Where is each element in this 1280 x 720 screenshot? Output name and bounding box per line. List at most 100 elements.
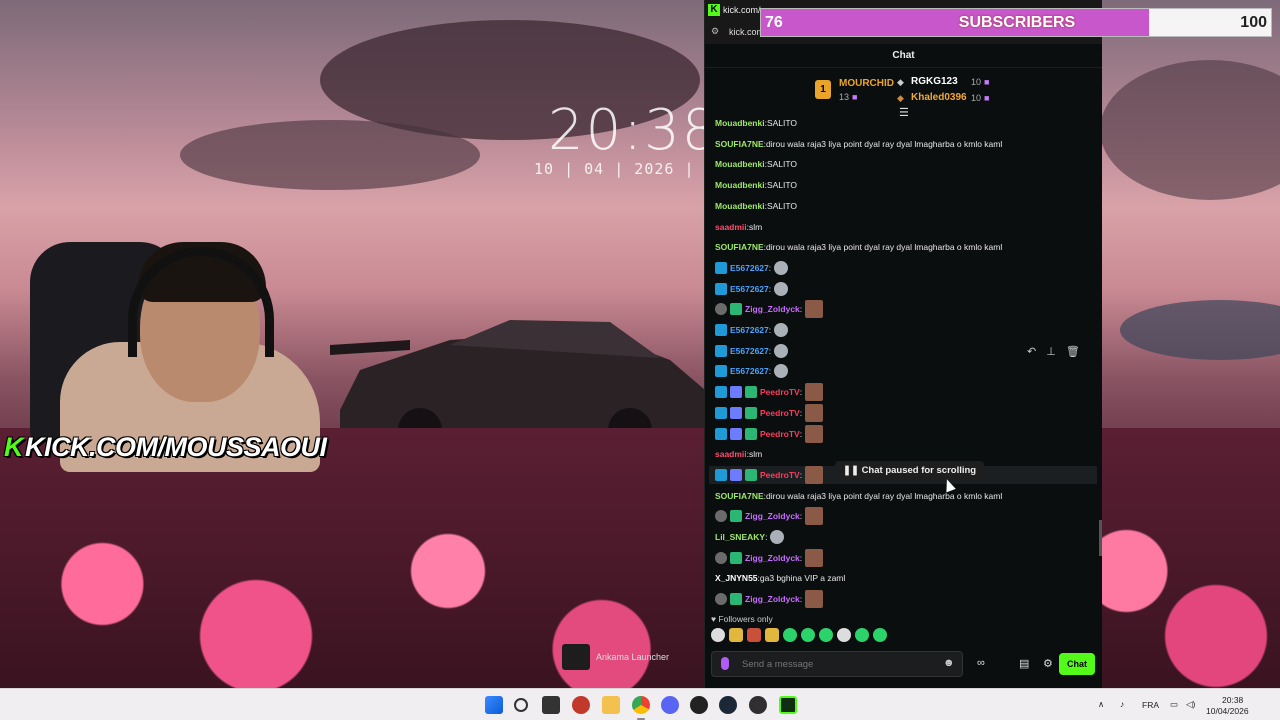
emote-icon[interactable] <box>805 548 824 567</box>
vip-badge-icon[interactable] <box>730 468 742 481</box>
gift-badge-icon[interactable] <box>715 551 727 564</box>
sub-badge-icon[interactable] <box>745 427 757 440</box>
emote-icon[interactable] <box>711 628 725 642</box>
chat-username[interactable]: PeedroTV <box>760 470 800 480</box>
sub-badge-icon[interactable] <box>745 468 757 481</box>
ankama-launcher-notice[interactable]: Ankama Launcher <box>562 644 669 670</box>
chat-paused-notice[interactable]: ❚❚ Chat paused for scrolling <box>835 461 985 480</box>
og-badge-icon[interactable] <box>715 386 727 399</box>
leaderboard-user[interactable]: MOURCHID <box>839 78 894 89</box>
chat-message[interactable]: E5672627: <box>715 321 789 339</box>
chat-username[interactable]: Mouadbenki <box>715 118 765 128</box>
chat-scrollbar[interactable] <box>1099 520 1102 556</box>
gift-badge-icon[interactable] <box>715 303 727 316</box>
chat-message[interactable]: PeedroTV: <box>715 424 824 443</box>
obs-icon[interactable] <box>749 696 767 714</box>
chat-username[interactable]: Mouadbenki <box>715 180 765 190</box>
search-icon[interactable] <box>514 698 528 712</box>
og-badge-icon[interactable] <box>715 261 727 274</box>
chat-username[interactable]: Zigg_Zoldyck <box>745 304 800 314</box>
og-badge-icon[interactable] <box>715 282 727 295</box>
pin-icon[interactable]: ⊥ <box>1046 345 1056 358</box>
chrome-icon[interactable] <box>632 696 650 714</box>
gift-badge-icon[interactable] <box>715 593 727 606</box>
vip-badge-icon[interactable] <box>730 406 742 419</box>
chat-username[interactable]: SOUFIA7NE <box>715 242 764 252</box>
chat-message[interactable]: Mouadbenki: SALITO <box>715 197 797 215</box>
og-badge-icon[interactable] <box>715 406 727 419</box>
chat-username[interactable]: E5672627 <box>730 263 769 273</box>
emote-icon[interactable] <box>774 260 789 275</box>
chat-username[interactable]: PeedroTV <box>760 387 800 397</box>
chat-username[interactable]: saadmii <box>715 449 747 459</box>
chat-username[interactable]: Mouadbenki <box>715 159 765 169</box>
chat-username[interactable]: E5672627 <box>730 346 769 356</box>
chat-message[interactable]: Lil_SNEAKY: <box>715 528 785 546</box>
sub-badge-icon[interactable] <box>730 551 742 564</box>
vip-badge-icon[interactable] <box>730 386 742 399</box>
sub-badge-icon[interactable] <box>745 406 757 419</box>
emote-icon[interactable] <box>805 403 824 422</box>
chat-username[interactable]: Mouadbenki <box>715 201 765 211</box>
sub-badge-icon[interactable] <box>730 593 742 606</box>
chat-message[interactable]: SOUFIA7NE: dirou wala raja3 liya point d… <box>715 135 1002 153</box>
emote-icon[interactable] <box>837 628 851 642</box>
microphone-icon[interactable] <box>721 657 729 670</box>
chat-username[interactable]: X_JNYN55 <box>715 573 758 583</box>
sub-badge-icon[interactable] <box>730 303 742 316</box>
store-icon[interactable]: ▤ <box>1019 657 1029 670</box>
file-explorer-icon[interactable] <box>602 696 620 714</box>
delete-icon[interactable]: 🗑 <box>1066 345 1080 358</box>
discord-icon[interactable] <box>661 696 679 714</box>
chat-message[interactable]: Mouadbenki: SALITO <box>715 176 797 194</box>
taskbar-time[interactable]: 20:38 <box>1222 695 1243 705</box>
chat-message[interactable]: saadmii: slm <box>715 218 762 236</box>
sub-badge-icon[interactable] <box>745 386 757 399</box>
emote-icon[interactable] <box>805 590 824 608</box>
emote-icon[interactable] <box>774 281 789 296</box>
chat-username[interactable]: Zigg_Zoldyck <box>745 511 800 521</box>
emote-icon[interactable] <box>805 300 824 319</box>
emote-icon[interactable] <box>805 465 824 484</box>
chat-message[interactable]: PeedroTV: <box>715 383 824 402</box>
chat-username[interactable]: SOUFIA7NE <box>715 491 764 501</box>
site-settings-icon[interactable]: ⚙ <box>711 26 719 37</box>
chat-username[interactable]: SOUFIA7NE <box>715 139 764 149</box>
chat-send-button[interactable]: Chat <box>1059 653 1095 675</box>
emote-icon[interactable] <box>774 323 789 337</box>
chat-message[interactable]: SOUFIA7NE: dirou wala raja3 liya point d… <box>715 487 1002 505</box>
og-badge-icon[interactable] <box>715 365 727 378</box>
chat-message[interactable]: X_JNYN55: ga3 bghina VIP a zaml <box>715 569 845 587</box>
chat-message[interactable]: E5672627: <box>715 362 789 380</box>
emote-icon[interactable] <box>805 383 824 402</box>
chat-username[interactable]: E5672627 <box>730 366 769 376</box>
emote-icon[interactable] <box>801 628 815 642</box>
chat-message[interactable]: E5672627: <box>715 280 789 298</box>
show-hidden-icon[interactable]: ∧ <box>1098 699 1104 710</box>
volume-icon[interactable]: ◁) <box>1186 699 1195 710</box>
loop-icon[interactable]: ∞ <box>977 657 985 669</box>
og-badge-icon[interactable] <box>715 324 727 336</box>
app-icon[interactable] <box>690 696 708 714</box>
og-badge-icon[interactable] <box>715 344 727 357</box>
vip-badge-icon[interactable] <box>730 427 742 440</box>
chat-message[interactable]: Mouadbenki: SALITO <box>715 118 797 132</box>
emote-icon[interactable] <box>805 507 824 526</box>
task-view-icon[interactable] <box>542 696 560 714</box>
chat-username[interactable]: saadmii <box>715 222 747 232</box>
gift-badge-icon[interactable] <box>715 510 727 523</box>
windows-start-icon[interactable] <box>485 696 503 714</box>
network-icon[interactable]: ▭ <box>1170 699 1178 710</box>
og-badge-icon[interactable] <box>715 468 727 481</box>
address-bar[interactable]: kick.com <box>729 27 764 37</box>
settings-icon[interactable]: ⚙ <box>1043 657 1053 670</box>
chat-username[interactable]: PeedroTV <box>760 408 800 418</box>
chat-message[interactable]: Zigg_Zoldyck: <box>715 507 824 526</box>
chat-message[interactable]: Zigg_Zoldyck: <box>715 300 824 319</box>
app-icon[interactable] <box>572 696 590 714</box>
chat-message[interactable]: Mouadbenki: SALITO <box>715 155 797 173</box>
chat-message[interactable]: E5672627: <box>715 259 789 277</box>
chat-message[interactable]: SOUFIA7NE: dirou wala raja3 liya point d… <box>715 238 1002 256</box>
emote-icon[interactable] <box>805 424 824 443</box>
emote-icon[interactable] <box>819 628 833 642</box>
